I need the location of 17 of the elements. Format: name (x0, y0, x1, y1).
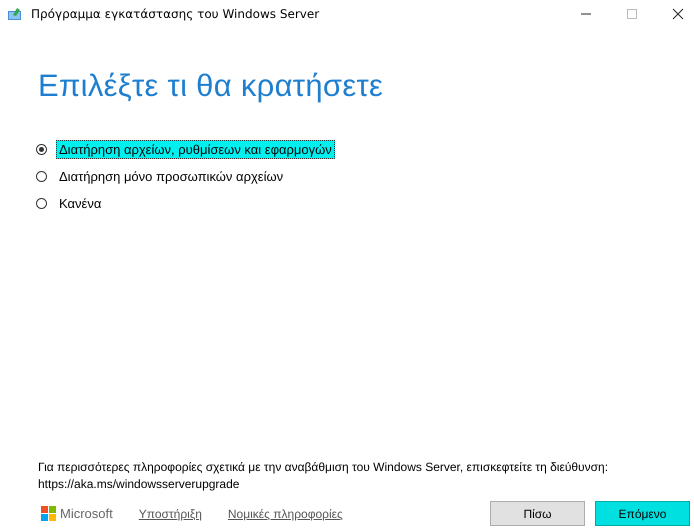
installer-icon (7, 6, 23, 22)
radio-button[interactable] (36, 144, 47, 154)
footer-link[interactable]: Νομικές πληροφορίες (228, 506, 343, 520)
window-title: Πρόγραμμα εγκατάστασης του Windows Server (31, 7, 320, 21)
page-heading: Επιλέξτε τι θα κρατήσετε (38, 68, 384, 104)
radio-button[interactable] (36, 198, 47, 208)
next-button[interactable]: Επόμενο (595, 501, 690, 526)
radio-button[interactable] (36, 170, 47, 182)
info-text: Για περισσότερες πληροφορίες σχετικά με την αναβάθμιση του Windows Server, επισκεφτείτε τη διεύθυνση: https://aka.ms/windowsserverupgrade (38, 459, 610, 493)
option-label[interactable]: Κανένα (56, 194, 104, 212)
close-icon[interactable] (672, 8, 684, 20)
footer-link[interactable]: Υποστήριξη (138, 506, 202, 520)
option-label[interactable]: Διατήρηση αρχείων, ρυθμίσεων και εφαρμογών (56, 140, 335, 158)
microsoft-logo-icon (41, 506, 56, 521)
option-label[interactable]: Διατήρηση μόνο προσωπικών αρχείων (56, 166, 286, 186)
back-button[interactable]: Πίσω (490, 501, 585, 526)
brand-name: Microsoft (60, 506, 113, 521)
